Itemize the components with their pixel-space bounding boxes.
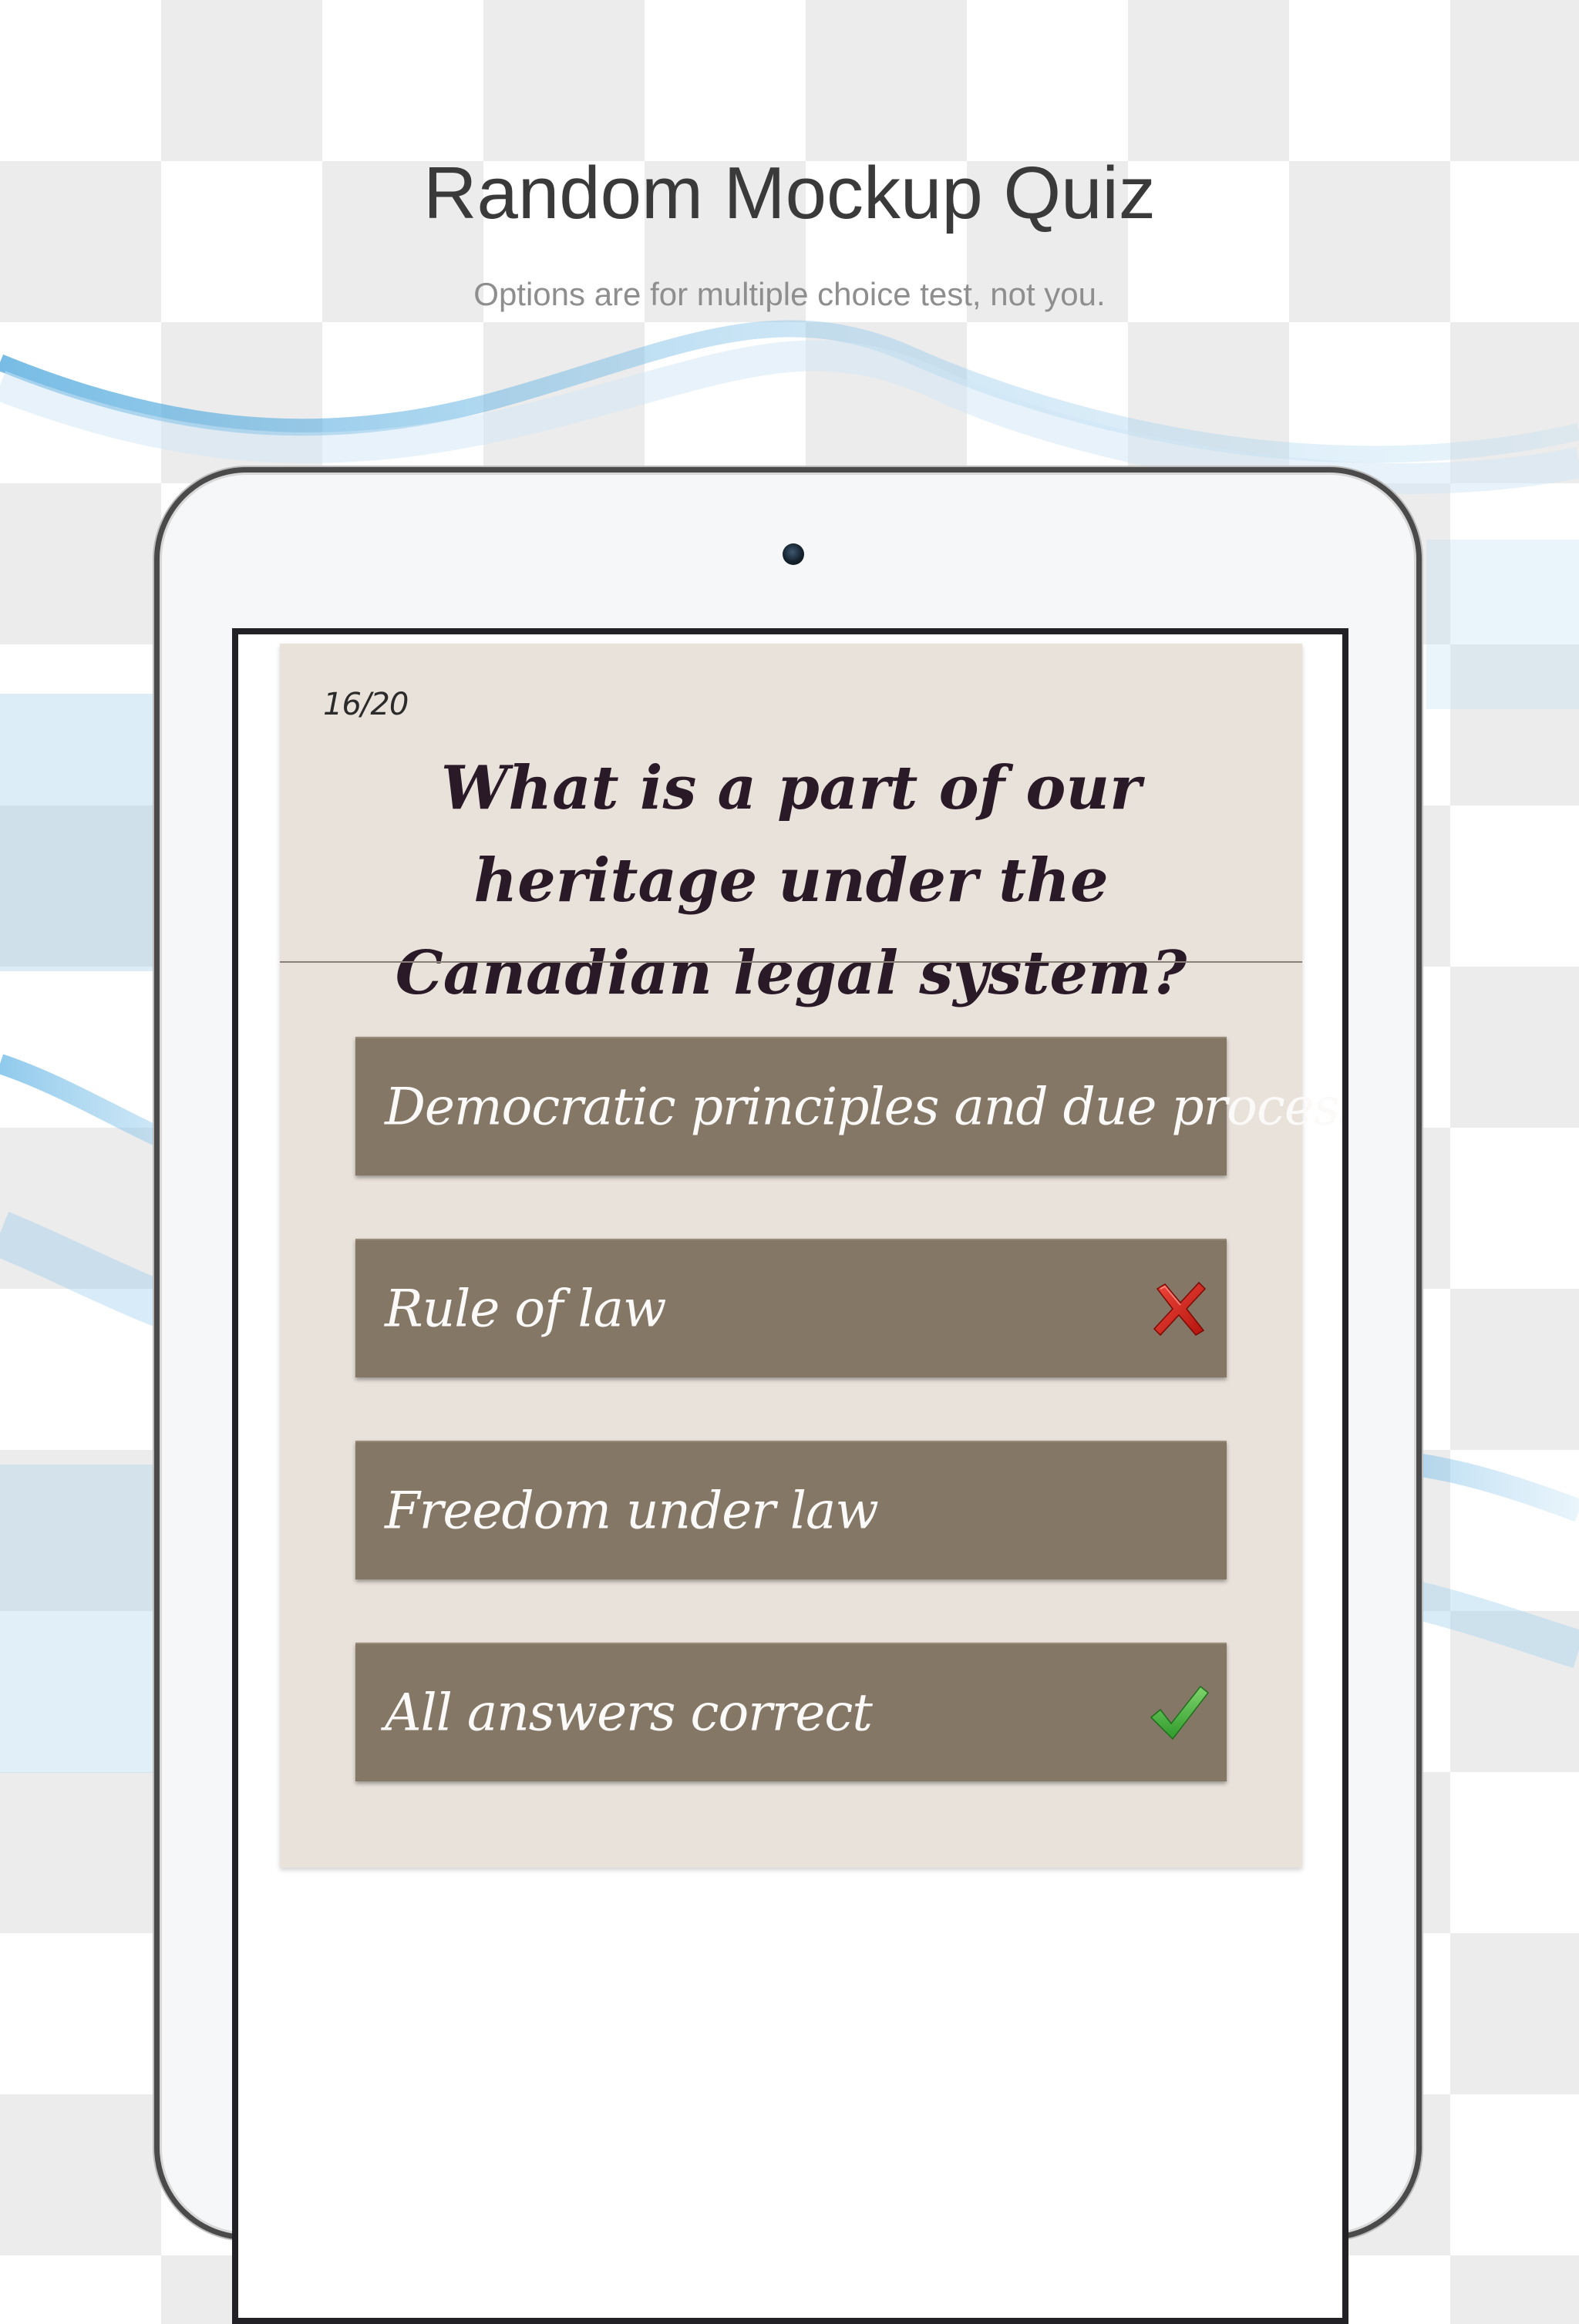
page-subtitle: Options are for multiple choice test, no… xyxy=(473,276,1106,312)
ipad-frame: 16/20 What is a part of our heritage und… xyxy=(154,467,1422,2324)
answer-option-1[interactable]: Democratic principles and due process xyxy=(355,1037,1342,1175)
answer-label: All answers correct xyxy=(385,1683,873,1743)
page-title: Random Mockup Quiz xyxy=(423,152,1156,234)
divider xyxy=(280,961,1302,963)
ipad-screen: 16/20 What is a part of our heritage und… xyxy=(232,628,1348,2324)
question-text: What is a part of our heritage under the… xyxy=(395,753,1187,1008)
answer-option-4[interactable]: All answers correct xyxy=(355,1643,1227,1781)
answer-label: Democratic principles and due process xyxy=(385,1077,1348,1137)
cross-icon xyxy=(1153,1281,1207,1337)
answer-label: Freedom under law xyxy=(385,1481,879,1541)
answer-list: Democratic principles and due process Ru… xyxy=(355,1037,1342,1845)
camera-icon xyxy=(783,543,804,565)
check-icon xyxy=(1150,1685,1210,1740)
answer-option-2[interactable]: Rule of law xyxy=(355,1239,1227,1377)
question-progress: 16/20 xyxy=(323,687,409,722)
answer-option-3[interactable]: Freedom under law xyxy=(355,1441,1227,1579)
quiz-card: 16/20 What is a part of our heritage und… xyxy=(280,644,1342,1868)
answer-label: Rule of law xyxy=(385,1279,666,1339)
